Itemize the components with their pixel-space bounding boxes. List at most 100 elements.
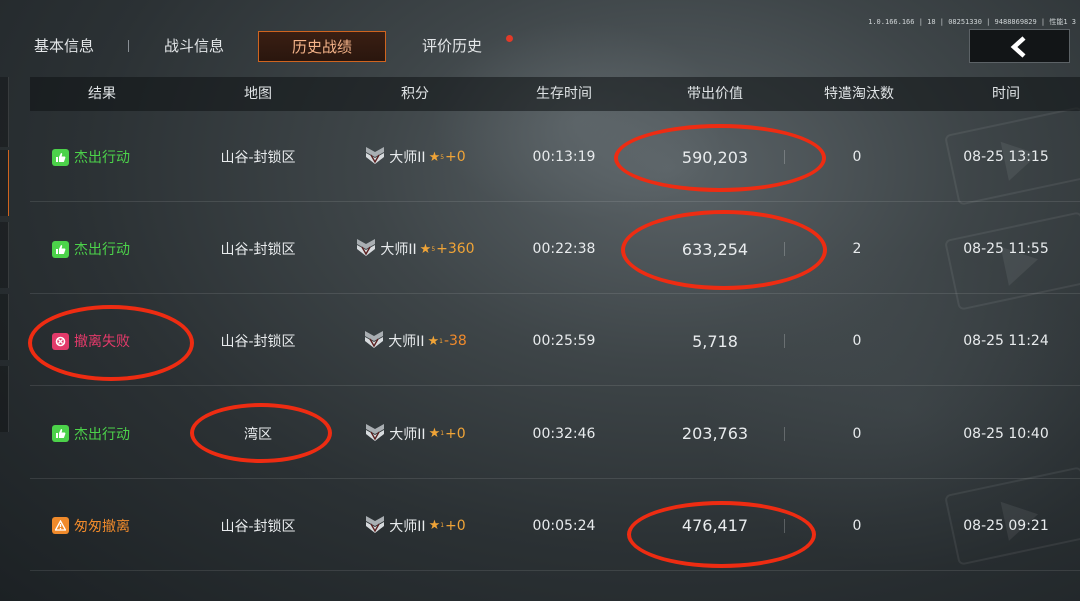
tab-review-history[interactable]: 评价历史 [402, 31, 502, 62]
survival-time-cell: 00:22:38 [532, 241, 596, 258]
side-panel-edge-active[interactable] [0, 150, 9, 216]
table-row[interactable]: 杰出行动 山谷-封锁区 大师II ★ 5 +360 00:22:38 633,254 2 08-2… [30, 204, 1080, 295]
column-divider [784, 334, 785, 349]
column-divider [784, 242, 785, 257]
result-cell: 匆匆撤离 [52, 481, 172, 571]
extraction-failed-icon [52, 332, 69, 350]
star-icon: ★ [428, 149, 441, 165]
star-level: 1 [440, 522, 445, 530]
star-level: 1 [440, 430, 445, 438]
map-cell: 山谷-封锁区 [220, 518, 296, 535]
score-delta: +0 [445, 425, 466, 442]
table-row[interactable]: 杰出行动 山谷-封锁区 大师II ★ 5 +0 00:13:19 590,203 0 08-25 … [30, 112, 1080, 202]
server-info-text: 1.0.166.166 | 18 | 08251330 | 9488869829… [868, 18, 1076, 26]
score-delta: +360 [436, 241, 475, 258]
side-panel-edge [0, 222, 9, 288]
warning-icon [52, 517, 69, 535]
score-delta: -38 [443, 333, 467, 350]
star-icon: ★ [419, 241, 432, 257]
result-label: 杰出行动 [74, 426, 130, 443]
header-survival-time: 生存时间 [536, 86, 592, 102]
time-cell: 08-25 09:21 [963, 517, 1049, 534]
extracted-value-cell: 590,203 [681, 147, 749, 167]
result-cell: 撤离失败 [52, 296, 172, 386]
tab-history-record[interactable]: 历史战绩 [258, 31, 386, 62]
thumbs-up-icon [52, 148, 69, 166]
star-level: 5 [440, 153, 445, 161]
star-level: 1 [439, 337, 443, 345]
map-cell: 山谷-封锁区 [220, 334, 296, 351]
time-cell: 08-25 10:40 [963, 425, 1049, 442]
header-extracted-value: 带出价值 [687, 86, 743, 102]
time-cell: 08-25 11:55 [963, 241, 1049, 258]
thumbs-up-icon [52, 425, 69, 443]
survival-time-cell: 00:05:24 [532, 517, 596, 534]
eliminations-cell: 0 [852, 517, 862, 534]
header-result: 结果 [88, 86, 116, 102]
tab-battle-info[interactable]: 战斗信息 [144, 31, 244, 62]
side-panel-edge [0, 366, 9, 432]
rank-label: 大师II [380, 242, 417, 259]
notification-dot [506, 35, 513, 42]
result-cell: 杰出行动 [52, 112, 172, 202]
thumbs-up-icon [52, 240, 69, 258]
extracted-value-cell: 5,718 [692, 331, 738, 351]
table-row[interactable]: 匆匆撤离 山谷-封锁区 大师II ★ 1 +0 00:05:24 476,417 0 08-25 … [30, 481, 1080, 571]
header-map: 地图 [244, 86, 272, 102]
eliminations-cell: 2 [852, 241, 862, 258]
table-row[interactable]: 杰出行动 湾区 大师II ★ 1 +0 00:32:46 203,763 0 08-25 10:4… [30, 389, 1080, 479]
eliminations-cell: 0 [852, 425, 862, 442]
extracted-value-cell: 476,417 [681, 516, 749, 536]
eliminations-cell: 0 [852, 149, 862, 165]
header-score: 积分 [401, 86, 429, 102]
rank-badge-icon [364, 421, 386, 447]
header-time: 时间 [992, 86, 1020, 102]
rank-label: 大师II [389, 150, 426, 166]
rank-label: 大师II [389, 518, 426, 535]
survival-time-cell: 00:13:19 [532, 149, 596, 165]
side-panel-edge [0, 77, 9, 147]
time-cell: 08-25 13:15 [963, 149, 1049, 165]
score-cell: 大师II ★ 1 +0 [350, 481, 480, 571]
result-label: 杰出行动 [74, 150, 130, 166]
star-icon: ★ [427, 333, 440, 349]
rank-label: 大师II [388, 334, 425, 351]
score-cell: 大师II ★ 1 +0 [350, 389, 480, 479]
extracted-value-cell: 203,763 [681, 424, 749, 444]
column-divider [784, 518, 785, 533]
column-divider [784, 426, 785, 441]
score-cell: 大师II ★ 1 -38 [350, 296, 480, 386]
rank-badge-icon [364, 144, 386, 170]
header-eliminations: 特遣淘汰数 [824, 86, 894, 102]
tab-basic-info[interactable]: 基本信息 [14, 31, 114, 62]
result-cell: 杰出行动 [52, 389, 172, 479]
score-delta: +0 [445, 149, 466, 165]
result-label: 匆匆撤离 [74, 518, 130, 535]
score-cell: 大师II ★ 5 +360 [350, 204, 480, 294]
extracted-value-cell: 633,254 [681, 239, 749, 259]
eliminations-cell: 0 [852, 333, 862, 350]
star-icon: ★ [428, 426, 441, 442]
table-row[interactable]: 撤离失败 山谷-封锁区 大师II ★ 1 -38 00:25:59 5,718 0 08-25 1… [30, 296, 1080, 387]
chevron-left-icon [1010, 36, 1026, 58]
survival-time-cell: 00:32:46 [532, 425, 596, 442]
table-header: 结果 地图 积分 生存时间 带出价值 特遣淘汰数 时间 [30, 77, 1080, 111]
rank-badge-icon [364, 513, 386, 539]
tab-divider [128, 40, 129, 52]
result-label: 撤离失败 [74, 334, 130, 351]
map-cell: 山谷-封锁区 [220, 242, 296, 259]
rank-badge-icon [363, 328, 385, 354]
rank-label: 大师II [389, 426, 426, 443]
back-button[interactable] [969, 29, 1070, 63]
result-cell: 杰出行动 [52, 204, 172, 294]
score-cell: 大师II ★ 5 +0 [350, 112, 480, 202]
score-delta: +0 [445, 517, 466, 534]
map-cell: 山谷-封锁区 [220, 150, 296, 166]
top-tab-bar: 基本信息 战斗信息 历史战绩 评价历史 1.0.166.166 | 18 | 0… [0, 0, 1080, 72]
survival-time-cell: 00:25:59 [532, 333, 596, 350]
map-cell: 湾区 [244, 426, 272, 443]
result-label: 杰出行动 [74, 242, 130, 259]
star-icon: ★ [428, 518, 441, 534]
side-panel-edge [0, 294, 9, 360]
column-divider [784, 150, 785, 164]
